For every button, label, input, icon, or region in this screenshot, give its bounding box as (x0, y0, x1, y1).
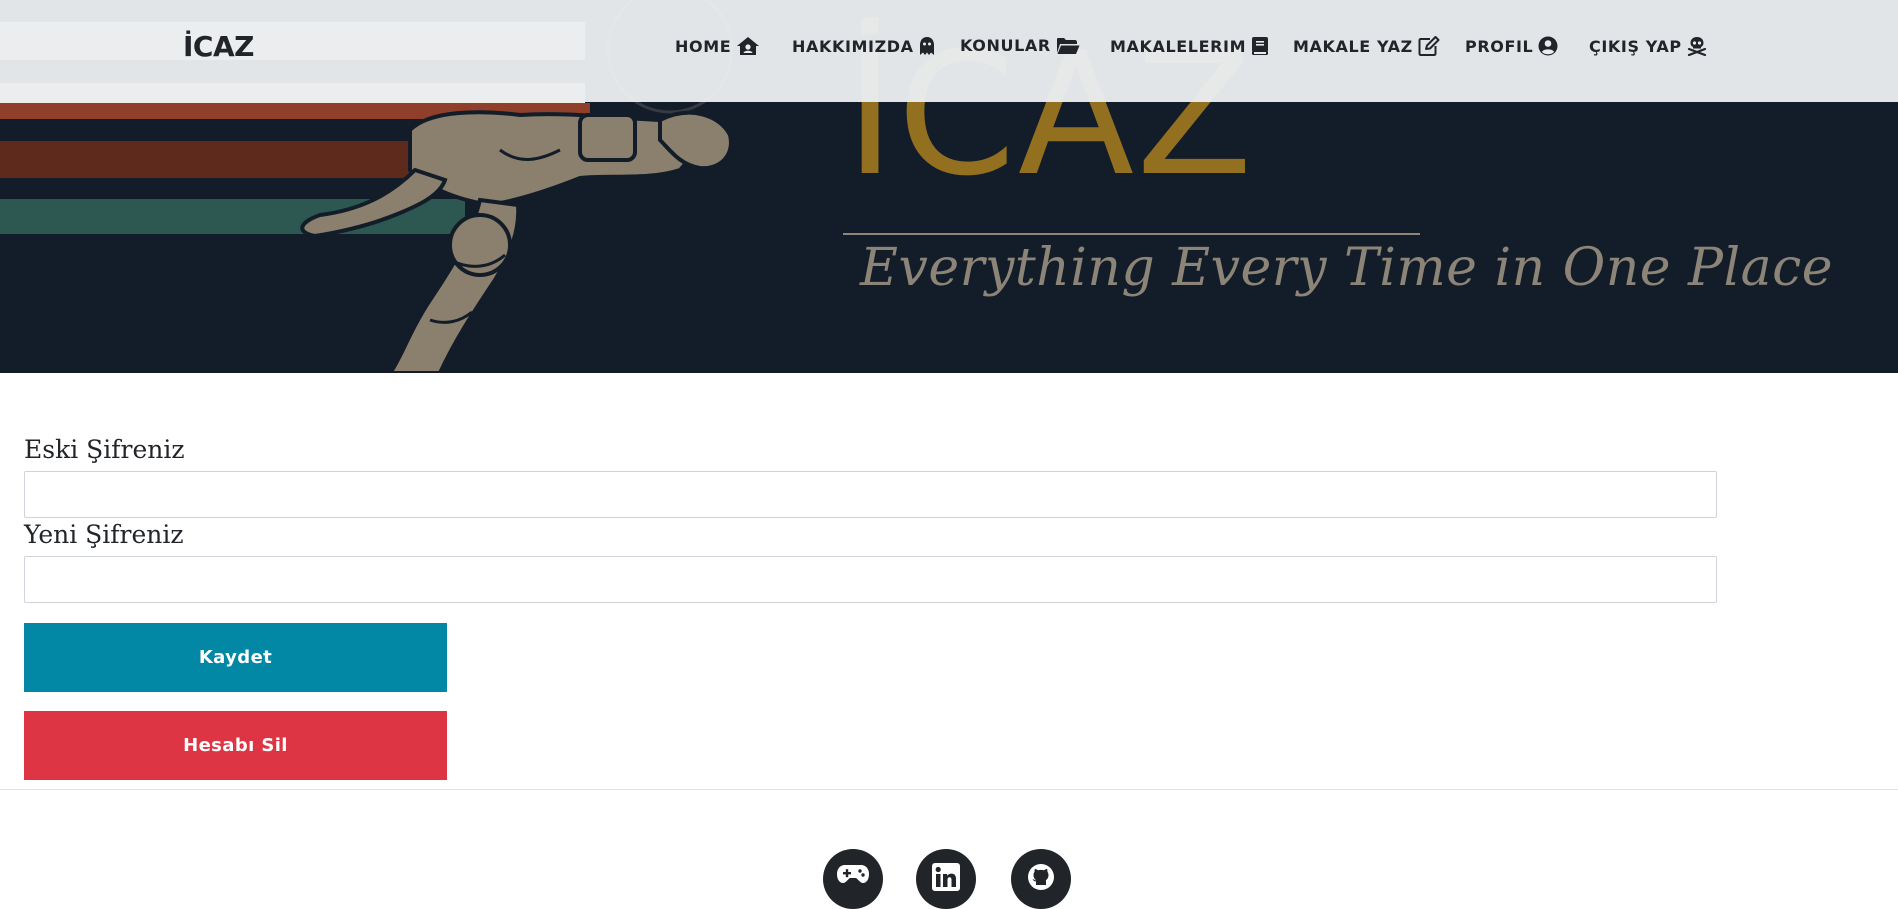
new-password-label: Yeni Şifreniz (24, 520, 184, 549)
nav-item-hakkimizda[interactable]: HAKKIMIZDA (792, 36, 935, 56)
nav-item-makale-yaz[interactable]: MAKALE YAZ (1293, 36, 1440, 56)
nav-item-home[interactable]: HOME (675, 36, 760, 56)
skull-crossbones-icon (1687, 36, 1707, 56)
house-user-icon (736, 36, 760, 56)
nav-item-label: MAKALE YAZ (1293, 36, 1413, 56)
folder-open-icon (1056, 36, 1080, 55)
hero-divider (843, 233, 1420, 235)
nav-item-makalelerim[interactable]: MAKALELERIM (1110, 36, 1269, 56)
new-password-field[interactable] (24, 556, 1717, 603)
old-password-field[interactable] (24, 471, 1717, 518)
nav-item-label: MAKALELERIM (1110, 36, 1247, 56)
nav-item-label: HOME (675, 36, 732, 56)
save-button[interactable]: Kaydet (24, 623, 447, 692)
edit-icon (1418, 36, 1440, 56)
hero-tagline: Everything Every Time in One Place (860, 238, 1834, 298)
nav-item-cikis-yap[interactable]: ÇIKIŞ YAP (1589, 36, 1707, 56)
nav-item-profil[interactable]: PROFIL (1465, 36, 1558, 56)
delete-account-button[interactable]: Hesabı Sil (24, 711, 447, 780)
nav-item-label: PROFIL (1465, 36, 1534, 56)
nav-item-konular[interactable]: KONULAR (960, 36, 1080, 55)
top-navbar: İCAZ HOME HAKKIMIZDA KONULAR MAKALELERIM (0, 0, 1898, 102)
old-password-label: Eski Şifreniz (24, 435, 185, 464)
gamepad-icon (836, 849, 870, 889)
linkedin-icon (932, 849, 960, 895)
footer-divider (0, 789, 1898, 790)
nav-item-label: ÇIKIŞ YAP (1589, 36, 1682, 56)
brand-logo[interactable]: İCAZ (183, 30, 254, 63)
social-link-linkedin[interactable] (916, 849, 976, 909)
nav-item-label: KONULAR (960, 36, 1051, 55)
social-link-github[interactable] (1011, 849, 1071, 909)
nav-item-label: HAKKIMIZDA (792, 36, 914, 56)
user-circle-icon (1538, 36, 1558, 56)
github-icon (1027, 849, 1055, 895)
social-link-gamepad[interactable] (823, 849, 883, 909)
book-icon (1251, 36, 1269, 56)
ghost-icon (919, 36, 935, 56)
